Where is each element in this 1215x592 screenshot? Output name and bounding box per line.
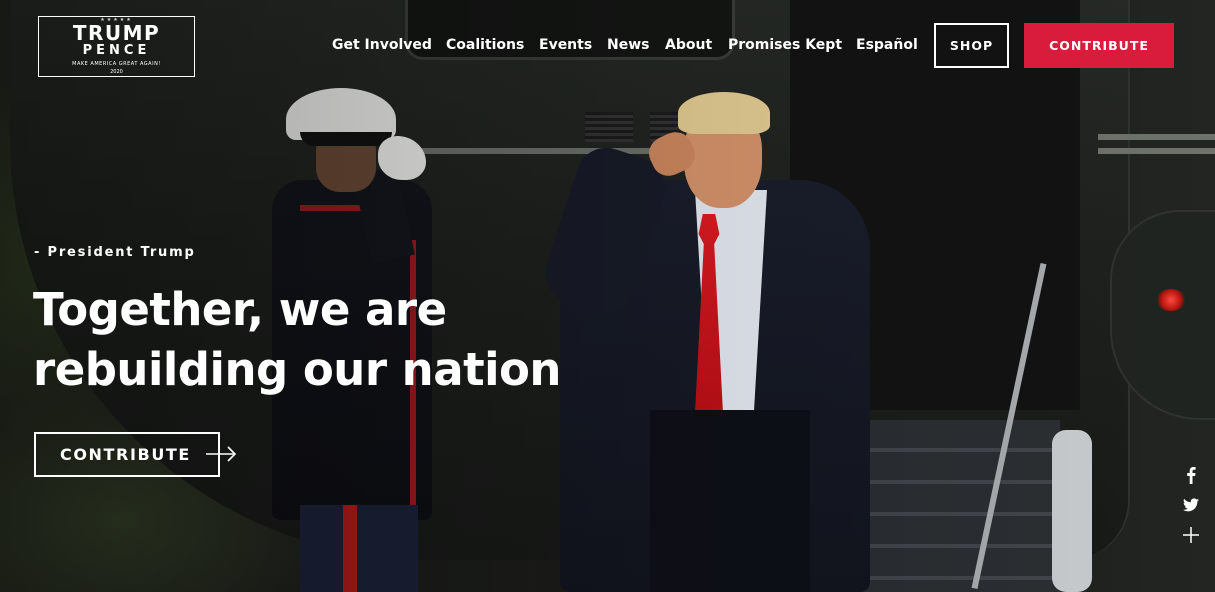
nav-item-get-involved[interactable]: Get Involved: [332, 36, 432, 54]
arrow-right-icon: [206, 446, 237, 462]
twitter-icon[interactable]: [1180, 494, 1202, 516]
logo-slogan: MAKE AMERICA GREAT AGAIN!: [72, 61, 161, 67]
hero-headline-line-1: Together, we are: [33, 283, 447, 336]
facebook-icon[interactable]: [1180, 464, 1202, 486]
quote-attribution: - President Trump: [34, 245, 196, 260]
hero-headline-line-2: rebuilding our nation: [33, 343, 561, 396]
hero-contribute-label: CONTRIBUTE: [60, 445, 191, 464]
nav-item-espanol[interactable]: Español: [856, 36, 918, 54]
plus-icon[interactable]: [1180, 524, 1202, 546]
hero-headline: Together, we are rebuilding our nation: [33, 280, 633, 400]
shop-button[interactable]: SHOP: [934, 23, 1009, 68]
nav-item-about[interactable]: About: [665, 36, 712, 54]
logo-year: 2020: [110, 69, 123, 75]
nav-item-events[interactable]: Events: [539, 36, 592, 54]
nav-item-news[interactable]: News: [607, 36, 649, 54]
nav-item-promises-kept[interactable]: Promises Kept: [728, 36, 842, 54]
nav-item-coalitions[interactable]: Coalitions: [446, 36, 524, 54]
header-contribute-button[interactable]: CONTRIBUTE: [1024, 23, 1174, 68]
hero-contribute-button[interactable]: CONTRIBUTE: [34, 432, 220, 477]
